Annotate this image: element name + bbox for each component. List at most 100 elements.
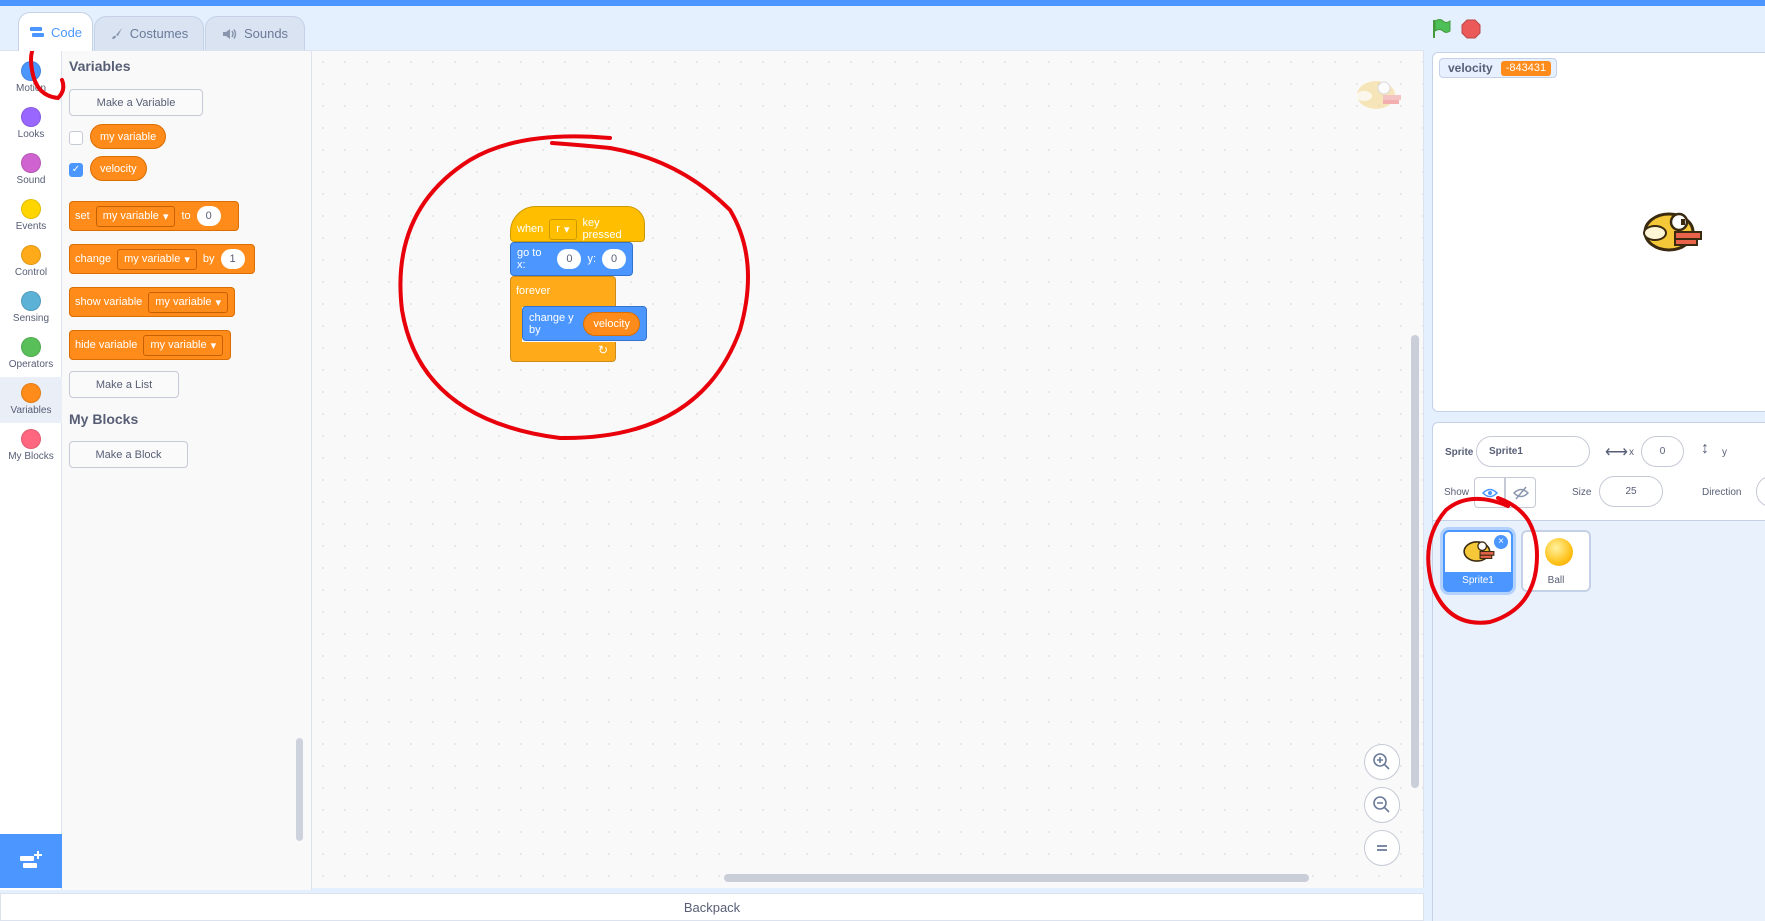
hide-variable-block[interactable]: hide variable my variable ▾: [69, 330, 231, 360]
block-text: change: [75, 253, 112, 265]
eye-slash-icon: [1512, 486, 1529, 499]
size-label: Size: [1572, 487, 1592, 498]
my-variable-reporter[interactable]: my variable: [90, 124, 167, 149]
category-menu: Motion Looks Sound Events Control Sensin…: [0, 50, 62, 890]
variables-category-icon: [21, 383, 41, 403]
variable-dropdown[interactable]: my variable ▾: [143, 334, 224, 356]
key-dropdown[interactable]: r ▾: [549, 218, 577, 240]
script-workspace[interactable]: [312, 50, 1424, 888]
variables-heading: Variables: [69, 58, 131, 74]
dropdown-arrow-icon: ▾: [210, 339, 217, 352]
x-input[interactable]: 0: [1641, 436, 1684, 467]
stage-header: [1424, 6, 1765, 52]
velocity-reporter[interactable]: velocity: [583, 311, 640, 336]
stage-canvas[interactable]: velocity -843431: [1432, 52, 1765, 412]
sprite-list: × Sprite1 Ball: [1432, 521, 1765, 921]
tab-label: Code: [50, 24, 83, 40]
set-variable-block[interactable]: set my variable ▾ to 0: [69, 201, 239, 231]
tab-sounds[interactable]: Sounds: [205, 16, 305, 50]
category-control[interactable]: Control: [0, 239, 62, 285]
dropdown-arrow-icon: ▾: [184, 253, 190, 266]
block-text: go to x:: [517, 247, 542, 271]
backpack-label: Backpack: [683, 899, 741, 915]
add-extension-icon: [20, 851, 42, 868]
ball-thumbnail: [1545, 538, 1573, 566]
go-to-xy-block[interactable]: go to x: 0 y: 0: [510, 242, 633, 276]
velocity-monitor[interactable]: velocity -843431: [1439, 58, 1558, 78]
make-block-button[interactable]: Make a Block: [69, 441, 188, 468]
tab-label: Sounds: [243, 26, 289, 41]
zoom-in-button[interactable]: [1364, 744, 1400, 780]
zoom-out-button[interactable]: [1364, 787, 1400, 823]
zoom-reset-button[interactable]: [1364, 830, 1400, 866]
add-extension-button[interactable]: [0, 834, 62, 888]
value-input[interactable]: 0: [196, 206, 221, 226]
palette-scrollbar[interactable]: [296, 738, 303, 841]
category-label: Operators: [8, 359, 54, 370]
dropdown-value: r: [556, 223, 560, 235]
block-palette: Variables Make a Variable my variable ✓ …: [62, 50, 312, 890]
make-variable-button[interactable]: Make a Variable: [69, 89, 203, 116]
size-input[interactable]: 25: [1599, 476, 1663, 507]
show-label: Show: [1444, 487, 1470, 498]
workspace-horizontal-scrollbar[interactable]: [724, 874, 1309, 882]
my-blocks-heading: My Blocks: [69, 411, 139, 427]
change-y-by-block[interactable]: change y by velocity: [522, 306, 647, 341]
value-input[interactable]: 1: [220, 249, 245, 269]
block-text: to: [181, 210, 191, 222]
workspace-vertical-scrollbar[interactable]: [1411, 335, 1419, 788]
category-operators[interactable]: Operators: [0, 331, 62, 377]
variable-dropdown[interactable]: my variable ▾: [148, 291, 229, 313]
category-sensing[interactable]: Sensing: [0, 285, 62, 331]
when-key-pressed-block[interactable]: when r ▾ key pressed: [510, 206, 645, 242]
block-text: show variable: [75, 296, 143, 308]
hide-sprite-button[interactable]: [1505, 477, 1536, 508]
show-variable-block[interactable]: show variable my variable ▾: [69, 287, 235, 317]
dropdown-arrow-icon: ▾: [215, 296, 222, 309]
sprite-name-input[interactable]: Sprite1: [1476, 436, 1590, 467]
delete-sprite-icon[interactable]: ×: [1494, 535, 1508, 549]
backpack[interactable]: Backpack: [0, 893, 1424, 921]
category-motion[interactable]: Motion: [0, 55, 62, 101]
category-label: Looks: [17, 129, 45, 140]
category-looks[interactable]: Looks: [0, 101, 62, 147]
motion-category-icon: [21, 61, 41, 81]
variable-dropdown[interactable]: my variable ▾: [117, 248, 197, 270]
variable-dropdown[interactable]: my variable ▾: [95, 205, 176, 227]
direction-input[interactable]: [1756, 476, 1765, 507]
control-category-icon: [21, 245, 41, 265]
velocity-checkbox[interactable]: ✓: [69, 163, 83, 177]
equals-icon: [1377, 845, 1387, 851]
my-blocks-category-icon: [21, 429, 41, 449]
change-variable-block[interactable]: change my variable ▾ by 1: [69, 244, 255, 274]
sprite-thumb-sprite1[interactable]: × Sprite1: [1443, 530, 1513, 592]
y-label: y: [1722, 447, 1727, 458]
dropdown-value: my variable: [150, 339, 207, 351]
category-label: Sensing: [12, 313, 50, 324]
category-my-blocks[interactable]: My Blocks: [0, 423, 62, 469]
dropdown-value: my variable: [124, 253, 181, 265]
velocity-reporter[interactable]: velocity: [90, 156, 147, 181]
category-variables[interactable]: Variables: [0, 377, 62, 423]
x-input[interactable]: 0: [557, 249, 582, 269]
speaker-icon: [222, 28, 237, 39]
make-list-button[interactable]: Make a List: [69, 371, 179, 398]
tab-code[interactable]: Code: [18, 12, 93, 51]
zoom-in-icon: [1373, 753, 1390, 770]
category-sound[interactable]: Sound: [0, 147, 62, 193]
stop-icon[interactable]: [1460, 18, 1482, 40]
y-input[interactable]: 0: [602, 249, 626, 269]
my-variable-checkbox[interactable]: [69, 131, 83, 145]
green-flag-icon[interactable]: [1430, 18, 1452, 40]
monitor-label: velocity: [1448, 61, 1493, 75]
flappy-bird-sprite[interactable]: [1641, 207, 1705, 255]
sprite-thumb-ball[interactable]: Ball: [1521, 530, 1591, 592]
zoom-out-icon: [1373, 796, 1390, 813]
category-label: Sound: [16, 175, 46, 186]
tab-costumes[interactable]: Costumes: [94, 16, 204, 50]
dropdown-arrow-icon: ▾: [563, 223, 570, 236]
dropdown-value: my variable: [102, 210, 159, 222]
block-text: when: [517, 223, 544, 235]
category-events[interactable]: Events: [0, 193, 62, 239]
show-sprite-button[interactable]: [1474, 477, 1505, 508]
